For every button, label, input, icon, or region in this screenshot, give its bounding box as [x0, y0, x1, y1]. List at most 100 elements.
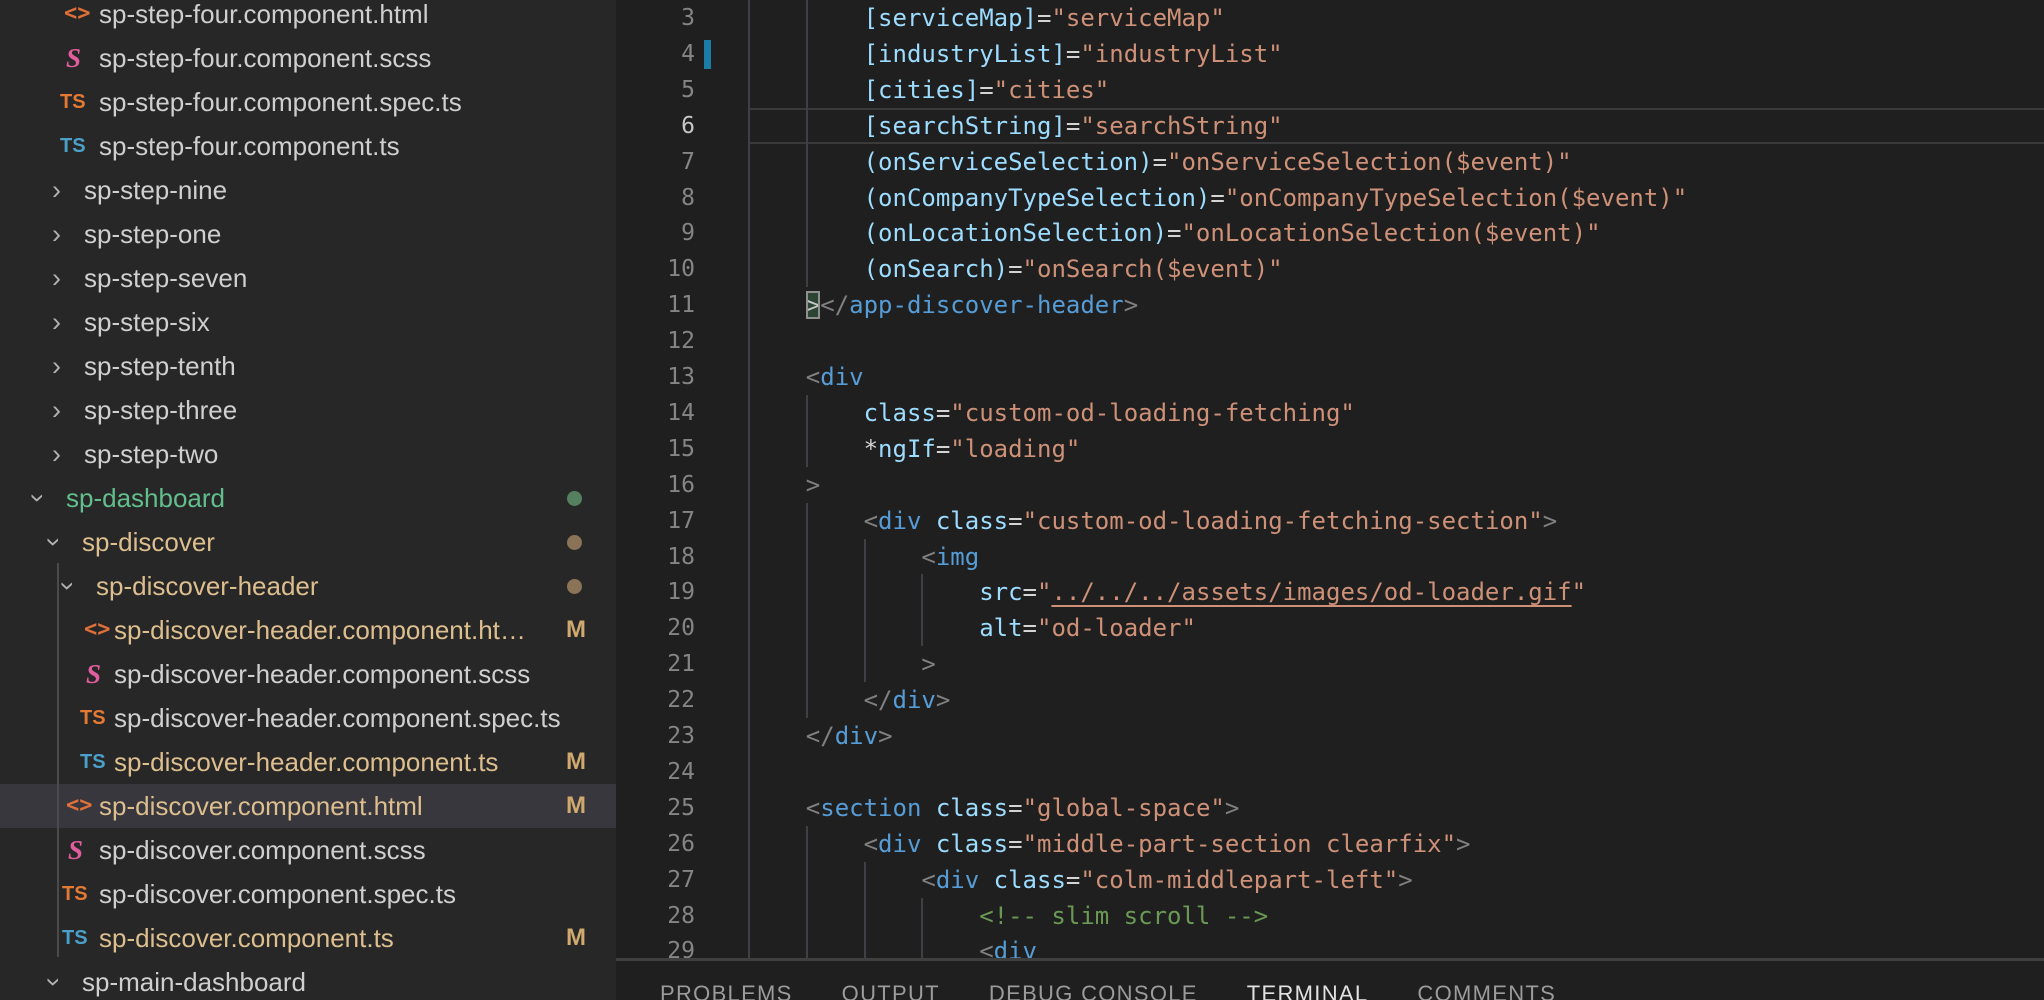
sidebar-folder-sp-step-one[interactable]: ›sp-step-one	[0, 212, 616, 256]
line-number[interactable]: 29	[616, 933, 695, 958]
line-number[interactable]: 13	[616, 359, 695, 395]
git-added-dot	[567, 491, 582, 506]
code-line-12[interactable]: 12	[616, 323, 2044, 359]
line-number[interactable]: 19	[616, 574, 695, 610]
typescript-file-icon: TS	[80, 740, 106, 784]
chevron-right-icon: ›	[52, 212, 61, 256]
sidebar-folder-sp-step-seven[interactable]: ›sp-step-seven	[0, 256, 616, 300]
code-text: [searchString]="searchString"	[748, 108, 1283, 144]
sidebar-file-sp-step-four-component-scss[interactable]: Ssp-step-four.component.scss	[0, 36, 616, 80]
line-number[interactable]: 21	[616, 646, 695, 682]
line-number[interactable]: 24	[616, 754, 695, 790]
code-line-16[interactable]: 16 >	[616, 467, 2044, 503]
matched-bracket: >	[806, 291, 820, 319]
line-number[interactable]: 16	[616, 467, 695, 503]
line-number[interactable]: 10	[616, 251, 695, 287]
code-line-26[interactable]: 26 <div class="middle-part-section clear…	[616, 826, 2044, 862]
line-number[interactable]: 7	[616, 144, 695, 180]
line-number[interactable]: 12	[616, 323, 695, 359]
panel-tab-terminal[interactable]: TERMINAL	[1247, 981, 1369, 1000]
line-number[interactable]: 18	[616, 539, 695, 575]
line-number[interactable]: 9	[616, 215, 695, 251]
code-line-20[interactable]: 20 alt="od-loader"	[616, 610, 2044, 646]
sidebar-file-sp-step-four-component-ts[interactable]: TSsp-step-four.component.ts	[0, 124, 616, 168]
file-label: sp-discover.component.scss	[99, 828, 426, 872]
panel-tab-comments[interactable]: COMMENTS	[1417, 981, 1556, 1000]
code-line-22[interactable]: 22 </div>	[616, 682, 2044, 718]
code-line-15[interactable]: 15 *ngIf="loading"	[616, 431, 2044, 467]
code-line-25[interactable]: 25 <section class="global-space">	[616, 790, 2044, 826]
code-editor[interactable]: 3 [serviceMap]="serviceMap"4 [industryLi…	[616, 0, 2044, 958]
code-line-29[interactable]: 29 <div	[616, 933, 2044, 958]
sidebar-folder-sp-main-dashboard[interactable]: ›sp-main-dashboard	[0, 960, 616, 1000]
line-number[interactable]: 4	[616, 36, 695, 72]
sidebar-file-sp-discover-header-component-ts[interactable]: TSsp-discover-header.component.tsM	[0, 740, 616, 784]
line-number[interactable]: 26	[616, 826, 695, 862]
line-number[interactable]: 28	[616, 898, 695, 934]
code-line-23[interactable]: 23 </div>	[616, 718, 2044, 754]
code-line-11[interactable]: 11 ></app-discover-header>	[616, 287, 2044, 323]
line-number[interactable]: 15	[616, 431, 695, 467]
code-line-3[interactable]: 3 [serviceMap]="serviceMap"	[616, 0, 2044, 36]
file-label: sp-discover	[82, 520, 215, 564]
line-number[interactable]: 25	[616, 790, 695, 826]
panel-tab-debug-console[interactable]: DEBUG CONSOLE	[989, 981, 1198, 1000]
line-number[interactable]: 5	[616, 72, 695, 108]
code-text: src="../../../assets/images/od-loader.gi…	[748, 574, 1586, 610]
sidebar-file-sp-discover-component-spec-ts[interactable]: TSsp-discover.component.spec.ts	[0, 872, 616, 916]
line-number[interactable]: 23	[616, 718, 695, 754]
typescript-spec-file-icon: TS	[80, 696, 106, 740]
code-line-24[interactable]: 24	[616, 754, 2044, 790]
sidebar-folder-sp-discover-header[interactable]: ›sp-discover-header	[0, 564, 616, 608]
code-line-10[interactable]: 10 (onSearch)="onSearch($event)"	[616, 251, 2044, 287]
sidebar-folder-sp-dashboard[interactable]: ›sp-dashboard	[0, 476, 616, 520]
panel-tab-problems[interactable]: PROBLEMS	[660, 981, 793, 1000]
sidebar-file-sp-step-four-component-spec-ts[interactable]: TSsp-step-four.component.spec.ts	[0, 80, 616, 124]
sidebar-file-sp-discover-component-html[interactable]: <>sp-discover.component.htmlM	[0, 784, 616, 828]
file-label: sp-discover-header.component.scss	[114, 652, 530, 696]
code-line-5[interactable]: 5 [cities]="cities"	[616, 72, 2044, 108]
sidebar-file-sp-step-four-component-html[interactable]: <>sp-step-four.component.html	[0, 0, 616, 36]
sidebar-file-sp-discover-component-scss[interactable]: Ssp-discover.component.scss	[0, 828, 616, 872]
file-label: sp-discover-header.component.spec.ts	[114, 696, 561, 740]
sidebar-file-sp-discover-header-component-scss[interactable]: Ssp-discover-header.component.scss	[0, 652, 616, 696]
chevron-right-icon: ›	[52, 388, 61, 432]
html-file-icon: <>	[64, 0, 91, 36]
line-number[interactable]: 22	[616, 682, 695, 718]
code-line-28[interactable]: 28 <!-- slim scroll -->	[616, 898, 2044, 934]
code-line-18[interactable]: 18 <img	[616, 539, 2044, 575]
line-number[interactable]: 27	[616, 862, 695, 898]
code-line-9[interactable]: 9 (onLocationSelection)="onLocationSelec…	[616, 215, 2044, 251]
sidebar-folder-sp-step-tenth[interactable]: ›sp-step-tenth	[0, 344, 616, 388]
line-number[interactable]: 11	[616, 287, 695, 323]
sidebar-file-sp-discover-header-component-ht-[interactable]: <>sp-discover-header.component.ht…M	[0, 608, 616, 652]
code-text: <div	[748, 933, 1037, 958]
line-number[interactable]: 8	[616, 180, 695, 216]
line-number[interactable]: 14	[616, 395, 695, 431]
sidebar-folder-sp-step-nine[interactable]: ›sp-step-nine	[0, 168, 616, 212]
code-line-7[interactable]: 7 (onServiceSelection)="onServiceSelecti…	[616, 144, 2044, 180]
sidebar-file-sp-discover-header-component-spec-ts[interactable]: TSsp-discover-header.component.spec.ts	[0, 696, 616, 740]
sidebar-folder-sp-step-three[interactable]: ›sp-step-three	[0, 388, 616, 432]
file-label: sp-discover-header.component.ts	[114, 740, 498, 784]
code-line-8[interactable]: 8 (onCompanyTypeSelection)="onCompanyTyp…	[616, 180, 2044, 216]
line-number[interactable]: 3	[616, 0, 695, 36]
sidebar-folder-sp-step-two[interactable]: ›sp-step-two	[0, 432, 616, 476]
code-line-6[interactable]: 6 [searchString]="searchString"	[616, 108, 2044, 144]
code-line-13[interactable]: 13 <div	[616, 359, 2044, 395]
code-line-21[interactable]: 21 >	[616, 646, 2044, 682]
line-number[interactable]: 20	[616, 610, 695, 646]
code-line-14[interactable]: 14 class="custom-od-loading-fetching"	[616, 395, 2044, 431]
typescript-file-icon: TS	[60, 124, 86, 168]
sidebar-folder-sp-step-six[interactable]: ›sp-step-six	[0, 300, 616, 344]
line-number[interactable]: 17	[616, 503, 695, 539]
code-line-27[interactable]: 27 <div class="colm-middlepart-left">	[616, 862, 2044, 898]
line-number[interactable]: 6	[616, 108, 695, 144]
panel-tab-output[interactable]: OUTPUT	[842, 981, 940, 1000]
code-line-17[interactable]: 17 <div class="custom-od-loading-fetchin…	[616, 503, 2044, 539]
code-line-19[interactable]: 19 src="../../../assets/images/od-loader…	[616, 574, 2044, 610]
code-line-4[interactable]: 4 [industryList]="industryList"	[616, 36, 2044, 72]
sidebar-file-sp-discover-component-ts[interactable]: TSsp-discover.component.tsM	[0, 916, 616, 960]
panel-tab-bar: PROBLEMS OUTPUT DEBUG CONSOLE TERMINAL COMME…	[660, 981, 1556, 1000]
sidebar-folder-sp-discover[interactable]: ›sp-discover	[0, 520, 616, 564]
